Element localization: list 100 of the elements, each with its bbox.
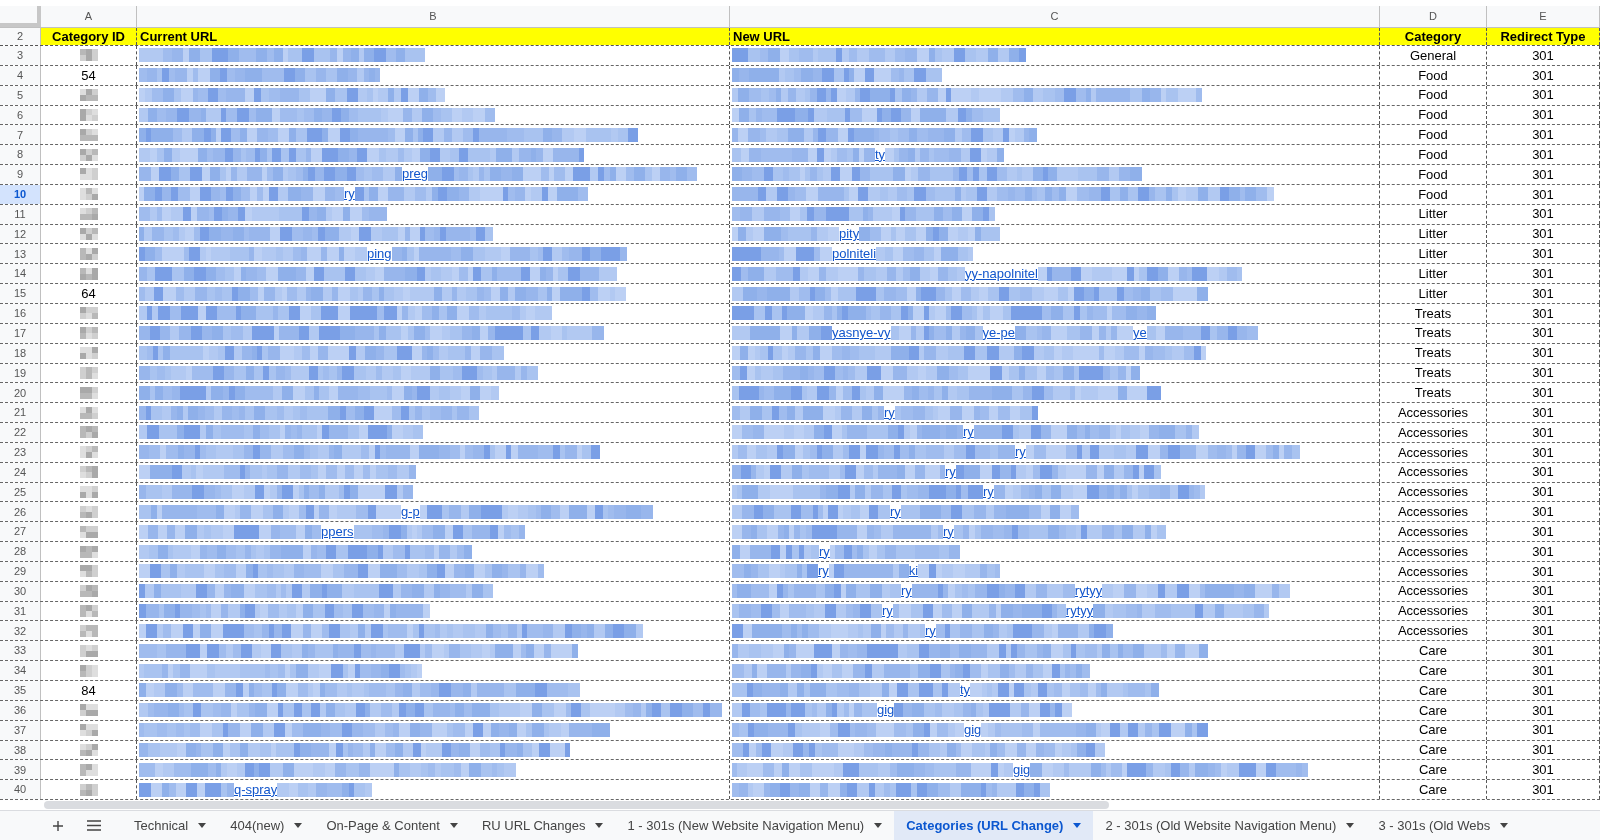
header-cell: Current URL [137,28,730,45]
row-number[interactable]: 35 [0,681,41,700]
row-number[interactable]: 23 [0,442,41,462]
link-text[interactable]: preg [402,167,429,182]
row-number[interactable]: 37 [0,720,41,740]
table-cell-text: Treats [1414,384,1452,402]
link-text[interactable]: ye-pe [982,326,1016,341]
sheet-tab[interactable]: Categories (URL Change) [894,810,1094,840]
sheet-tab[interactable]: RU URL Changes [469,810,616,840]
link-text[interactable]: ry [925,623,936,638]
row-number[interactable]: 8 [0,145,41,165]
row-number[interactable]: 19 [0,363,41,383]
row-number[interactable]: 16 [0,303,41,323]
link-text[interactable]: ry [818,564,829,579]
row-number[interactable]: 28 [0,542,41,561]
row-number[interactable]: 3 [0,46,41,65]
row-number[interactable]: 39 [0,760,41,780]
link-text[interactable]: ry [884,405,895,420]
blurred-id [79,208,98,221]
table-cell-text: Treats [1414,304,1452,323]
table-cell-text: 301 [1532,66,1554,85]
table-cell-text: 54 [81,66,96,85]
row-number[interactable]: 4 [0,65,41,85]
blurred-id [79,148,98,161]
sheet-tab[interactable]: Technical [122,810,219,840]
row-number[interactable]: 14 [0,264,41,284]
link-text[interactable]: ry [983,485,994,499]
row-number[interactable]: 27 [0,522,41,542]
link-text[interactable]: ry [1015,445,1026,460]
link-text[interactable]: ry [945,465,956,480]
blurred-id [79,108,98,121]
sheet-tab[interactable]: 3 - 301s (Old Webs [1366,810,1521,840]
row-number[interactable]: 22 [0,423,41,442]
sheet-tab[interactable]: 404(new) [218,810,315,840]
row-number[interactable]: 7 [0,125,41,145]
link-text[interactable]: ry [901,584,912,599]
row-number[interactable]: 17 [0,323,41,343]
row-number[interactable]: 12 [0,224,41,244]
row-number[interactable]: 31 [0,601,41,621]
link-text[interactable]: gig [1013,762,1031,777]
link-text[interactable]: yy-napolnitel [965,266,1038,281]
link-text[interactable]: gig [964,723,982,738]
link-text[interactable]: rytyy [1074,584,1103,599]
column-header[interactable]: E [1487,6,1600,27]
link-text[interactable]: ry [963,425,974,440]
link-text[interactable]: g-p [401,504,420,519]
link-text[interactable]: rytyy [1065,604,1094,619]
row-number[interactable]: 26 [0,502,41,522]
scrollbar[interactable] [44,801,1109,810]
link-text[interactable]: pity [839,227,860,241]
link-text[interactable]: ye [1133,326,1147,341]
column-header[interactable]: A [41,6,137,27]
column-header[interactable]: B [137,6,730,27]
link-text[interactable]: ppers [321,524,354,539]
row-number[interactable]: 24 [0,462,41,482]
row-number[interactable]: 36 [0,700,41,720]
row-number[interactable]: 29 [0,561,41,581]
table-cell-text: Accessories [1397,423,1469,442]
column-header[interactable]: C [730,6,1380,27]
row-number[interactable]: 5 [0,85,41,105]
header-cell: Redirect Type [1487,28,1600,45]
row-number[interactable]: 38 [0,740,41,760]
row-number[interactable]: 40 [0,780,41,800]
link-text[interactable]: ry [890,504,901,519]
row-number[interactable]: 30 [0,581,41,601]
table-cell-text: General [1409,46,1457,65]
link-text[interactable]: ry [943,524,954,539]
blurred-id [79,168,98,181]
row-number[interactable]: 11 [0,204,41,224]
table-cell-text: Food [1418,145,1448,164]
row-number[interactable]: 2 [0,28,41,45]
row-number[interactable]: 13 [0,244,41,264]
link-text[interactable]: ry [819,544,830,559]
link-text[interactable]: ry [344,187,355,202]
sheet-tab[interactable]: 1 - 301s (New Website Navigation Menu) [615,810,895,840]
row-number[interactable]: 9 [0,165,41,184]
link-text[interactable]: q-spray [234,782,278,797]
row-number[interactable]: 33 [0,641,41,661]
link-text[interactable]: gig [877,703,895,718]
column-header[interactable]: D [1380,6,1487,27]
link-text[interactable]: ty [960,683,971,698]
link-text[interactable]: ki [908,564,919,579]
sheet-tab[interactable]: On-Page & Content [314,810,470,840]
link-text[interactable]: ty [875,147,886,162]
row-number[interactable]: 34 [0,661,41,680]
link-text[interactable]: ry [882,604,893,619]
row-number[interactable]: 21 [0,403,41,423]
row-number[interactable]: 20 [0,383,41,403]
link-text[interactable]: ping [367,246,392,261]
row-number[interactable]: 10 [0,184,41,204]
blurred-id [79,307,98,320]
row-number[interactable]: 32 [0,621,41,641]
link-text[interactable]: polniteli [832,246,877,261]
link-text[interactable]: yasnye-vy [832,326,891,341]
plus-icon [52,819,64,832]
sheet-tab[interactable]: 2 - 301s (Old Website Navigation Menu) [1093,810,1367,840]
row-number[interactable]: 25 [0,482,41,502]
row-number[interactable]: 18 [0,343,41,363]
row-number[interactable]: 15 [0,284,41,303]
row-number[interactable]: 6 [0,105,41,125]
